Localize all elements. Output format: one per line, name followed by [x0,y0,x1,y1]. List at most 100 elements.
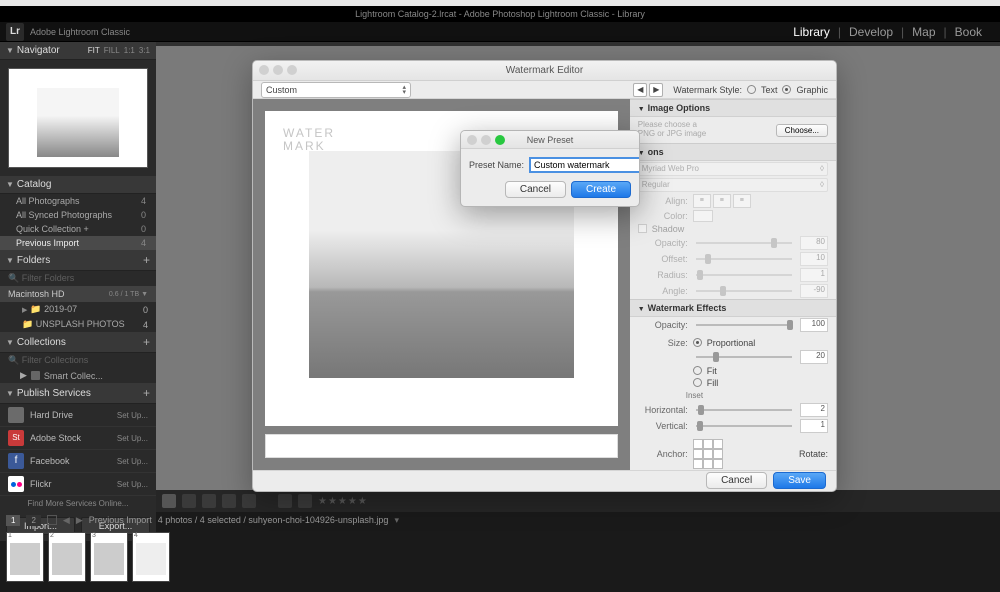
catalog-all-photos[interactable]: All Photographs4 [0,194,156,208]
size-fit-radio[interactable] [693,366,702,375]
collections-filter[interactable]: 🔍 Filter Collections [0,353,156,368]
navigator-header[interactable]: ▼Navigator FIT FILL 1:1 3:1 [0,42,156,60]
thumb-1[interactable]: 1 [6,532,44,582]
nav-back-icon[interactable]: ◀ [63,515,70,526]
watermark-effects-header[interactable]: ▼Watermark Effects [630,299,836,317]
preset-name-label: Preset Name: [469,160,524,170]
catalog-header[interactable]: ▼Catalog [0,176,156,194]
thumb-3[interactable]: 3 [90,532,128,582]
weight-select[interactable]: Regular◊ [638,178,828,192]
publish-flickr[interactable]: FlickrSet Up... [0,473,156,496]
close-icon[interactable] [259,65,269,75]
module-develop[interactable]: Develop [841,25,901,39]
size-proportional-radio[interactable] [693,338,702,347]
shadow-angle-slider[interactable] [696,290,792,292]
align-center-icon[interactable]: ≡ [713,194,731,208]
text-options-header[interactable]: ▼ons [630,143,836,161]
painter-icon[interactable] [278,494,292,508]
monitor-2[interactable]: 2 [26,515,40,526]
publish-facebook[interactable]: fFacebookSet Up... [0,450,156,473]
style-text-radio[interactable] [747,85,756,94]
catalog-quick[interactable]: Quick Collection +0 [0,222,156,236]
size-fill-radio[interactable] [693,378,702,387]
watermark-text-input[interactable] [265,434,618,458]
grid-view-icon[interactable] [162,494,176,508]
folder-item-0[interactable]: ▶📁 2019-070 [0,302,156,317]
nav-fill[interactable]: FILL [104,46,120,55]
size-slider[interactable] [696,356,792,358]
app-brand: Lr Adobe Lightroom Classic [6,23,130,41]
shadow-opacity-slider[interactable] [696,242,792,244]
preset-dropdown[interactable]: Custom▴▾ [261,82,411,98]
text-color-swatch[interactable] [693,210,713,222]
prev-photo-button[interactable]: ◀ [633,83,647,97]
survey-view-icon[interactable] [222,494,236,508]
compare-view-icon[interactable] [202,494,216,508]
nav-fwd-icon[interactable]: ▶ [76,515,83,526]
choose-image-button[interactable]: Choose... [776,124,828,137]
zoom-icon[interactable] [287,65,297,75]
thumb-4[interactable]: 4 [132,532,170,582]
shadow-radius-slider[interactable] [696,274,792,276]
preset-create-button[interactable]: Create [571,181,631,198]
filmstrip[interactable]: 1 2 3 4 [0,528,1000,586]
shadow-checkbox[interactable] [638,224,647,233]
preset-cancel-button[interactable]: Cancel [505,181,566,198]
rating-stars[interactable]: ★★★★★ [318,496,368,507]
filmstrip-info: 4 photos / 4 selected / suhyeon-choi-104… [158,515,389,525]
sort-icon[interactable] [298,494,312,508]
wm-cancel-button[interactable]: Cancel [706,472,767,489]
thumb-2[interactable]: 2 [48,532,86,582]
smart-collections[interactable]: ▶Smart Collec... [0,368,156,383]
nav-1-1[interactable]: 1:1 [124,46,135,55]
modal-min-icon[interactable] [481,135,491,145]
center-toolbar: ★★★★★ [156,490,1000,512]
catalog-synced[interactable]: All Synced Photographs0 [0,208,156,222]
nav-fit[interactable]: FIT [88,46,100,55]
monitor-1[interactable]: 1 [6,515,20,526]
wm-opacity-slider[interactable] [696,324,792,326]
inset-h-slider[interactable] [696,409,792,411]
navigator-preview[interactable] [0,60,156,176]
anchor-grid[interactable] [693,439,723,469]
folder-drive[interactable]: Macintosh HD0.6 / 1 TB ▼ [0,286,156,302]
preset-name-input[interactable] [529,157,640,173]
publish-adobe-stock[interactable]: StAdobe StockSet Up... [0,427,156,450]
module-picker-bar: Lr Adobe Lightroom Classic Library| Deve… [0,22,1000,42]
catalog-previous-import[interactable]: Previous Import4 [0,236,156,250]
modal-close-icon[interactable] [467,135,477,145]
window-title: Lightroom Catalog-2.lrcat - Adobe Photos… [355,9,645,19]
wm-save-button[interactable]: Save [773,472,826,489]
left-panel: ▼Navigator FIT FILL 1:1 3:1 ▼Catalog All… [0,42,156,512]
align-right-icon[interactable]: ≡ [733,194,751,208]
module-map[interactable]: Map [904,25,943,39]
publish-header[interactable]: ▼Publish Services+ [0,383,156,404]
font-select[interactable]: Myriad Web Pro◊ [638,162,828,176]
grid-icon[interactable] [47,515,57,525]
module-book[interactable]: Book [947,25,990,39]
filmstrip-dropdown-icon[interactable]: ▾ [394,515,399,526]
publish-hard-drive[interactable]: Hard DriveSet Up... [0,404,156,427]
people-view-icon[interactable] [242,494,256,508]
inset-v-slider[interactable] [696,425,792,427]
modal-zoom-icon[interactable] [495,135,505,145]
nav-3-1[interactable]: 3:1 [139,46,150,55]
align-left-icon[interactable]: ≡ [693,194,711,208]
find-more-services[interactable]: Find More Services Online... [0,496,156,511]
style-graphic-radio[interactable] [782,85,791,94]
shadow-offset-slider[interactable] [696,258,792,260]
image-options-header[interactable]: ▼Image Options [630,99,836,117]
image-placeholder-text: Please choose aPNG or JPG image [638,121,706,139]
folder-filter[interactable]: 🔍 Filter Folders [0,271,156,286]
wm-style-label: Watermark Style: [673,85,742,95]
filmstrip-source[interactable]: Previous Import [89,515,152,525]
collections-header[interactable]: ▼Collections+ [0,332,156,353]
minimize-icon[interactable] [273,65,283,75]
loupe-view-icon[interactable] [182,494,196,508]
folder-item-1[interactable]: 📁 UNSPLASH PHOTOS4 [0,317,156,332]
next-photo-button[interactable]: ▶ [649,83,663,97]
window-title-bar: Lightroom Catalog-2.lrcat - Adobe Photos… [0,6,1000,22]
module-library[interactable]: Library [785,25,838,39]
folders-header[interactable]: ▼Folders+ [0,250,156,271]
dialog-title-bar: Watermark Editor [253,61,836,81]
